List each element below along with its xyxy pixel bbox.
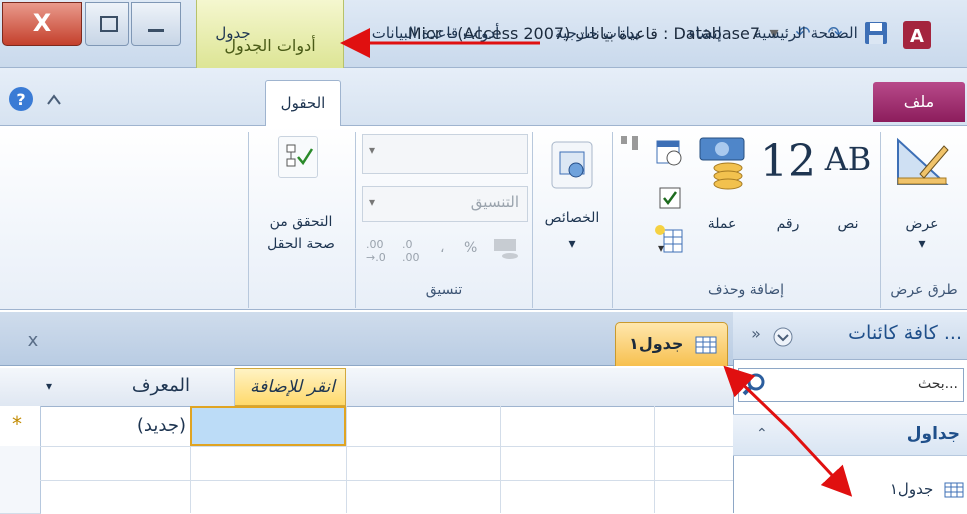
annotation-arrow — [788, 428, 853, 497]
annotation-arrow — [723, 365, 792, 432]
annotation-arrows — [340, 28, 853, 497]
